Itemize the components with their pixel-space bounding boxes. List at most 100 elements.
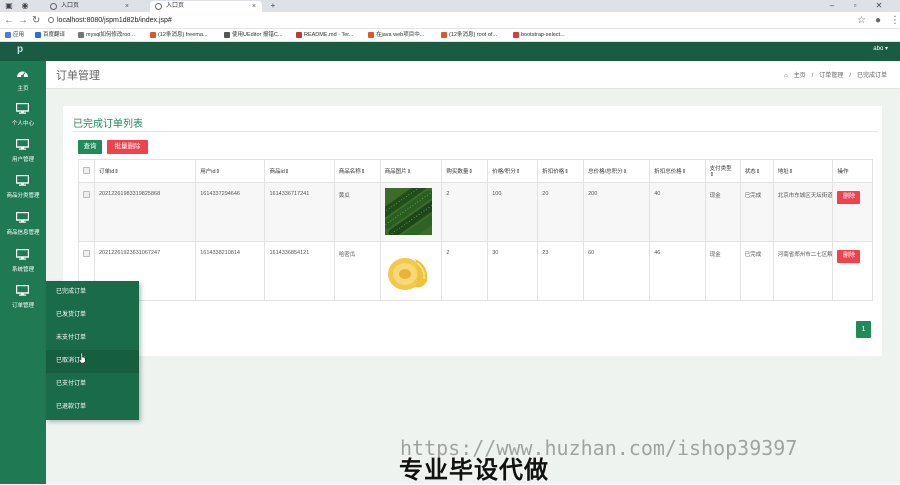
column-header[interactable]: 用户id⇕	[195, 159, 266, 183]
row-checkbox[interactable]	[83, 250, 90, 257]
sidebar-item-orders[interactable]: 订单管理	[0, 280, 46, 318]
cell-pay-type: 现金	[704, 182, 741, 242]
browser-tab-active[interactable]: 入口页 ×	[150, 1, 262, 12]
cell-qty: 2	[441, 241, 489, 301]
bookmark-icon	[150, 32, 156, 38]
cell-user-id: 1614338210814	[195, 241, 266, 301]
bookmark-apps[interactable]: 应用	[5, 29, 24, 42]
browser-tab[interactable]: 入口页 ×	[45, 1, 135, 12]
sidebar-item-products[interactable]: 商品信息管理	[0, 207, 46, 245]
column-header[interactable]: 折扣价格⇕	[537, 159, 585, 183]
cell-action: 删除	[832, 241, 873, 301]
home-icon[interactable]: ⌂	[784, 73, 788, 79]
close-tab-icon[interactable]: ×	[252, 1, 256, 12]
browser-tab-strip: ▣ ◉ 入口页 × 入口页 × + – ▫ ✕	[0, 0, 900, 12]
cell-product-id: 1614336717241	[264, 182, 335, 242]
delete-button[interactable]: 删除	[837, 191, 861, 204]
bookmark-icon	[35, 32, 41, 38]
forward-icon[interactable]: →	[18, 14, 28, 27]
breadcrumb-home[interactable]: 主页	[794, 73, 806, 79]
column-header[interactable]: 状态⇕	[739, 159, 774, 183]
maximize-icon[interactable]: ▫	[848, 0, 862, 12]
column-header[interactable]: 折扣总价格⇕	[649, 159, 706, 183]
cell-total: 200	[583, 182, 651, 242]
bookmark-icon	[368, 32, 374, 38]
batch-delete-button[interactable]: 批量删除	[107, 140, 148, 154]
submenu-item-refunded[interactable]: 已退款订单	[46, 396, 139, 419]
cell-discount-price: 20	[537, 182, 585, 242]
cell-discount-price: 23	[537, 241, 585, 301]
column-header[interactable]: 地址⇕	[772, 159, 834, 183]
user-menu[interactable]: abo ▾	[873, 45, 888, 52]
profile-icon[interactable]: ●	[875, 14, 881, 27]
bookmark-item[interactable]: bootstrap-select...	[513, 29, 565, 42]
promo-caption: 专业毕设代做	[399, 457, 549, 484]
cell-price: 100	[487, 182, 539, 242]
cell-user-id: 1614337294646	[195, 182, 266, 242]
bookmark-item[interactable]: README.md · Ter...	[296, 29, 353, 42]
cell-qty: 2	[441, 182, 489, 242]
close-tab-icon[interactable]: ×	[125, 1, 129, 12]
cell-pay-type: 现金	[704, 241, 741, 301]
column-header[interactable]: 商品名称⇕	[333, 159, 381, 183]
submenu-item-shipped[interactable]: 已发货订单	[46, 304, 139, 327]
window-menu-icon[interactable]: ▣	[2, 0, 16, 12]
submenu-item-unpaid[interactable]: 未支付订单	[46, 327, 139, 350]
new-tab-button[interactable]: +	[266, 0, 280, 12]
row-select-cell	[78, 182, 95, 242]
column-header[interactable]: 商品图片⇕	[379, 159, 443, 183]
query-button[interactable]: 查询	[78, 140, 102, 154]
submenu-item-paid[interactable]: 已支付订单	[46, 373, 139, 396]
breadcrumb-current: 已完成订单	[856, 73, 887, 79]
submenu-item-cancelled[interactable]: 已取消订单	[46, 350, 139, 373]
breadcrumb: ⌂ 主页 / 订单管理 / 已完成订单	[783, 73, 887, 79]
sidebar-item-home[interactable]: 主页	[0, 63, 46, 101]
orders-card: 已完成订单列表 查询 批量删除 订单id⇕ 用户id⇕ 商品id⇕ 商品名称⇕ …	[63, 106, 882, 356]
bookmark-item[interactable]: 百度翻译	[35, 29, 65, 42]
cell-total: 60	[583, 241, 651, 301]
page-title: 订单管理	[56, 70, 100, 82]
submenu-item-completed[interactable]: 已完成订单	[46, 281, 139, 304]
row-checkbox[interactable]	[83, 191, 90, 198]
sidebar-item-label: 商品信息管理	[6, 230, 40, 236]
select-all-checkbox[interactable]	[83, 166, 90, 174]
bookmark-icon	[78, 32, 84, 38]
bookmark-item[interactable]: 在java web项目中...	[368, 29, 424, 42]
main-content: 订单管理 ⌂ 主页 / 订单管理 / 已完成订单 已完成订单列表 查询 批量删除 订单id…	[46, 61, 900, 484]
cell-product-image	[379, 182, 443, 242]
app-icon[interactable]: ◉	[18, 0, 32, 12]
sidebar-item-categories[interactable]: 商品分类管理	[0, 170, 46, 208]
sidebar-item-label: 用户管理	[11, 157, 34, 163]
cell-order-id: 20212261983319825868	[93, 182, 197, 242]
column-header[interactable]: 购买数量⇕	[441, 159, 489, 183]
reload-icon[interactable]: ↻	[32, 14, 40, 27]
bookmark-icon	[296, 32, 302, 38]
cell-action: 删除	[832, 182, 873, 242]
column-header[interactable]: 订单id⇕	[93, 159, 197, 183]
dashboard-icon	[17, 71, 28, 78]
pagination-page-1[interactable]: 1	[856, 321, 871, 338]
bookmark-item[interactable]: (12条消息) freema...	[150, 29, 208, 42]
bookmark-item[interactable]: 使用UEditor 报错C...	[224, 29, 282, 42]
cucumber-image	[384, 188, 432, 235]
delete-button[interactable]: 删除	[837, 250, 861, 263]
bookmark-item[interactable]: (12条消息) root of...	[441, 29, 497, 42]
sidebar-item-users[interactable]: 用户管理	[0, 134, 46, 172]
column-header[interactable]: 价格/积分⇕	[487, 159, 539, 183]
sidebar-item-system[interactable]: 系统管理	[0, 244, 46, 282]
back-icon[interactable]: ←	[4, 14, 14, 27]
url-field[interactable]: localhost:8080/jspm1d82b/index.jsp#	[48, 15, 172, 26]
column-header[interactable]: 商品id⇕	[264, 159, 335, 183]
star-icon[interactable]: ☆	[857, 14, 866, 27]
close-window-icon[interactable]: ✕	[872, 0, 886, 12]
table-row: 20212261923631067247 1614338210814 16143…	[78, 241, 873, 301]
column-header[interactable]: 支付类型⇕	[704, 159, 741, 183]
breadcrumb-section[interactable]: 订单管理	[819, 73, 843, 79]
app-logo: p	[17, 44, 24, 55]
bookmark-icon	[441, 32, 447, 38]
column-header[interactable]: 总价格/总积分⇕	[583, 159, 651, 183]
sidebar-item-profile[interactable]: 个人中心	[0, 98, 46, 136]
minimize-icon[interactable]: –	[825, 0, 839, 12]
menu-icon[interactable]: ⋮	[890, 14, 900, 27]
bookmark-item[interactable]: mysql如何修改roo...	[78, 29, 135, 42]
